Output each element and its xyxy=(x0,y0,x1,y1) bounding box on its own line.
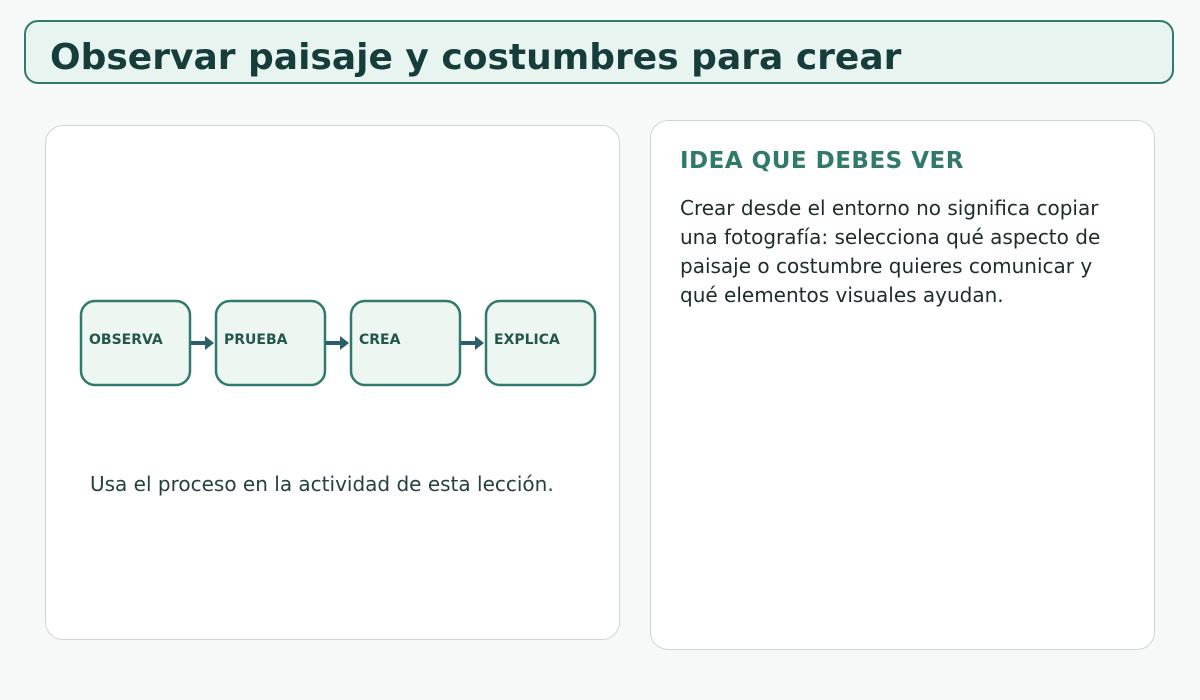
process-steps: OBSERVA PRUEBA CREA EXPLICA xyxy=(79,299,597,387)
flow-arrow-head-icon xyxy=(205,336,214,350)
flow-arrow-head-icon xyxy=(340,336,349,350)
process-step-label: CREA xyxy=(359,332,401,348)
process-step-label: PRUEBA xyxy=(224,332,288,348)
process-caption: Usa el proceso en la actividad de esta l… xyxy=(90,472,554,496)
idea-panel: IDEA QUE DEBES VER Crear desde el entorn… xyxy=(650,120,1155,650)
idea-body-text: Crear desde el entorno no significa copi… xyxy=(680,196,1101,307)
flow-arrow-head-icon xyxy=(475,336,484,350)
process-step-label: OBSERVA xyxy=(89,332,163,348)
title-banner: Observar paisaje y costumbres para crear xyxy=(24,20,1174,84)
page-title: Observar paisaje y costumbres para crear xyxy=(50,37,902,78)
process-flow-diagram: OBSERVA PRUEBA CREA EXPLICA xyxy=(79,299,597,387)
process-step-label: EXPLICA xyxy=(494,332,560,348)
process-panel: OBSERVA PRUEBA CREA EXPLICA Usa el proceso … xyxy=(45,125,620,640)
idea-heading: IDEA QUE DEBES VER xyxy=(680,148,964,174)
